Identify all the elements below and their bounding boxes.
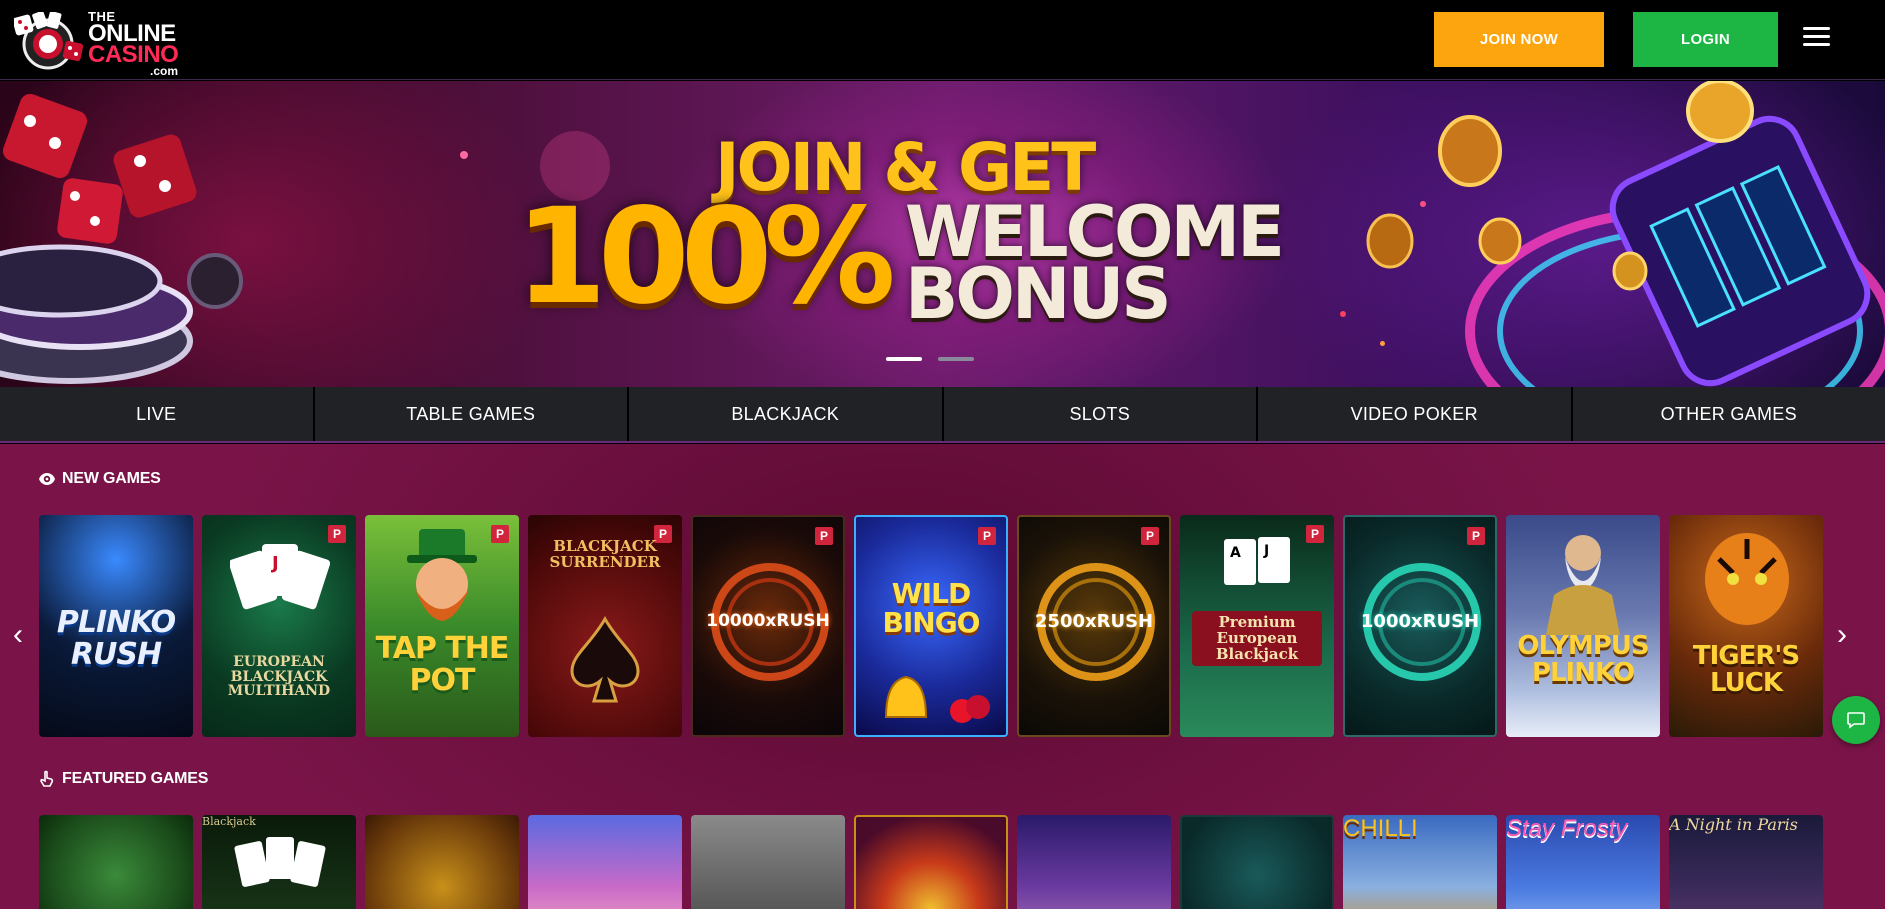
game-title: Blackjack	[202, 815, 256, 828]
casino-chip-logo-icon	[14, 12, 84, 70]
game-title: CHILLI	[1343, 815, 1418, 842]
game-title: PLINKO RUSH	[56, 605, 176, 672]
game-tile[interactable]	[854, 815, 1008, 909]
category-nav: LIVE TABLE GAMES BLACKJACK SLOTS VIDEO P…	[0, 387, 1885, 443]
game-tile[interactable]: P A J Premium European Blackjack	[1180, 515, 1334, 737]
game-tile[interactable]: P J EUROPEAN BLACKJACK MULTIHAND	[202, 515, 356, 737]
game-tile[interactable]	[39, 815, 193, 909]
game-tile[interactable]: P WILD BINGO	[854, 515, 1008, 737]
game-title: WILD BINGO	[882, 577, 981, 640]
game-title: 2500xRUSH	[1034, 611, 1154, 632]
playing-cards-icon	[234, 837, 326, 887]
game-title: OLYMPUS PLINKO	[1517, 631, 1649, 689]
hamburger-icon[interactable]	[1803, 24, 1831, 52]
featured-games-title: FEATURED GAMES	[62, 770, 209, 787]
game-title: 1000xRUSH	[1360, 611, 1480, 632]
new-games-title: NEW GAMES	[62, 470, 161, 487]
game-title: BLACKJACK SURRENDER	[549, 537, 661, 571]
game-tile[interactable]: Blackjack	[202, 815, 356, 909]
svg-text:J: J	[270, 553, 279, 574]
leprechaun-icon	[407, 529, 477, 621]
banner-percent: 100%	[515, 180, 896, 334]
svg-text:A: A	[1230, 545, 1241, 561]
provider-badge: P	[1141, 527, 1159, 545]
game-tile[interactable]: P BLACKJACK SURRENDER	[528, 515, 682, 737]
provider-badge: P	[491, 525, 509, 543]
new-games-heading: NEW GAMES	[38, 470, 161, 488]
game-title: EUROPEAN BLACKJACK MULTIHAND	[227, 654, 331, 700]
playing-cards-icon: J	[230, 544, 330, 610]
chat-bubble-icon[interactable]	[1832, 696, 1880, 744]
game-title: 10000xRUSH	[706, 611, 830, 631]
banner-headline: JOIN & GET 100% WELCOME BONUS	[510, 129, 1285, 369]
game-tile[interactable]: P 10000xRUSH	[691, 515, 845, 737]
provider-badge: P	[1306, 525, 1324, 543]
category-other-games[interactable]: OTHER GAMES	[1573, 387, 1885, 441]
game-title: Stay Frosty	[1506, 815, 1628, 842]
new-games-row: PLINKO RUSH P J EUROPEAN BLACKJACK MULTI…	[39, 515, 1823, 737]
zeus-icon	[1546, 535, 1620, 635]
game-tile[interactable]: OLYMPUS PLINKO	[1506, 515, 1660, 737]
game-tile[interactable]	[528, 815, 682, 909]
game-tile[interactable]: TIGER'S LUCK	[1669, 515, 1823, 737]
game-title: Premium European Blackjack	[1192, 611, 1322, 667]
game-title: TIGER'S LUCK	[1692, 641, 1800, 699]
category-blackjack[interactable]: BLACKJACK	[629, 387, 944, 441]
game-tile[interactable]: CHILLI	[1343, 815, 1497, 909]
game-tile[interactable]	[365, 815, 519, 909]
playing-cards-icon: A J	[1224, 537, 1290, 585]
banner-bonus: BONUS	[905, 253, 1172, 335]
provider-badge: P	[978, 527, 996, 545]
hand-pointer-icon	[40, 770, 54, 787]
banner-dot-2[interactable]	[938, 357, 974, 361]
promo-banner[interactable]: JOIN & GET 100% WELCOME BONUS	[0, 81, 1885, 387]
chevron-right-icon[interactable]: ›	[1830, 620, 1854, 650]
category-table-games[interactable]: TABLE GAMES	[315, 387, 629, 441]
join-now-button[interactable]: JOIN NOW	[1434, 12, 1604, 67]
banner-dot-1[interactable]	[886, 357, 922, 361]
provider-badge: P	[1467, 527, 1485, 545]
game-tile[interactable]: P 1000xRUSH	[1343, 515, 1497, 737]
site-header: THE ONLINE CASINO .com JOIN NOW LOGIN	[0, 0, 1885, 80]
featured-games-heading: FEATURED GAMES	[38, 770, 208, 788]
banner-pagination	[886, 357, 974, 361]
coins-slot-illustration	[1366, 81, 1885, 387]
game-tile[interactable]	[1017, 815, 1171, 909]
login-button[interactable]: LOGIN	[1633, 12, 1778, 67]
eye-icon	[39, 473, 55, 485]
site-logo[interactable]: THE ONLINE CASINO .com	[14, 8, 179, 77]
featured-games-row: Blackjack CHILLI Stay Frosty A Night in …	[39, 815, 1823, 909]
game-tile[interactable]: Stay Frosty	[1506, 815, 1660, 909]
game-tile[interactable]: P TAP THE POT	[365, 515, 519, 737]
provider-badge: P	[328, 525, 346, 543]
category-live[interactable]: LIVE	[0, 387, 315, 441]
game-tile[interactable]: P 2500xRUSH	[1017, 515, 1171, 737]
category-slots[interactable]: SLOTS	[944, 387, 1258, 441]
game-tile[interactable]: A Night in Paris	[1669, 815, 1823, 909]
game-title: A Night in Paris	[1669, 815, 1798, 834]
spade-icon	[570, 616, 640, 703]
game-tile[interactable]	[691, 815, 845, 909]
dice-chips-illustration	[0, 93, 243, 384]
game-tile[interactable]	[1180, 815, 1334, 909]
chevron-left-icon[interactable]: ‹	[6, 620, 30, 650]
svg-text:J: J	[1263, 543, 1269, 559]
logo-wordmark: THE ONLINE CASINO .com	[88, 10, 179, 77]
bell-cherry-icon	[884, 675, 990, 723]
category-video-poker[interactable]: VIDEO POKER	[1258, 387, 1573, 441]
game-title: TAP THE POT	[375, 631, 510, 698]
game-tile[interactable]: PLINKO RUSH	[39, 515, 193, 737]
tiger-icon	[1705, 533, 1789, 625]
chat-glyph-icon	[1847, 712, 1865, 729]
provider-badge: P	[815, 527, 833, 545]
